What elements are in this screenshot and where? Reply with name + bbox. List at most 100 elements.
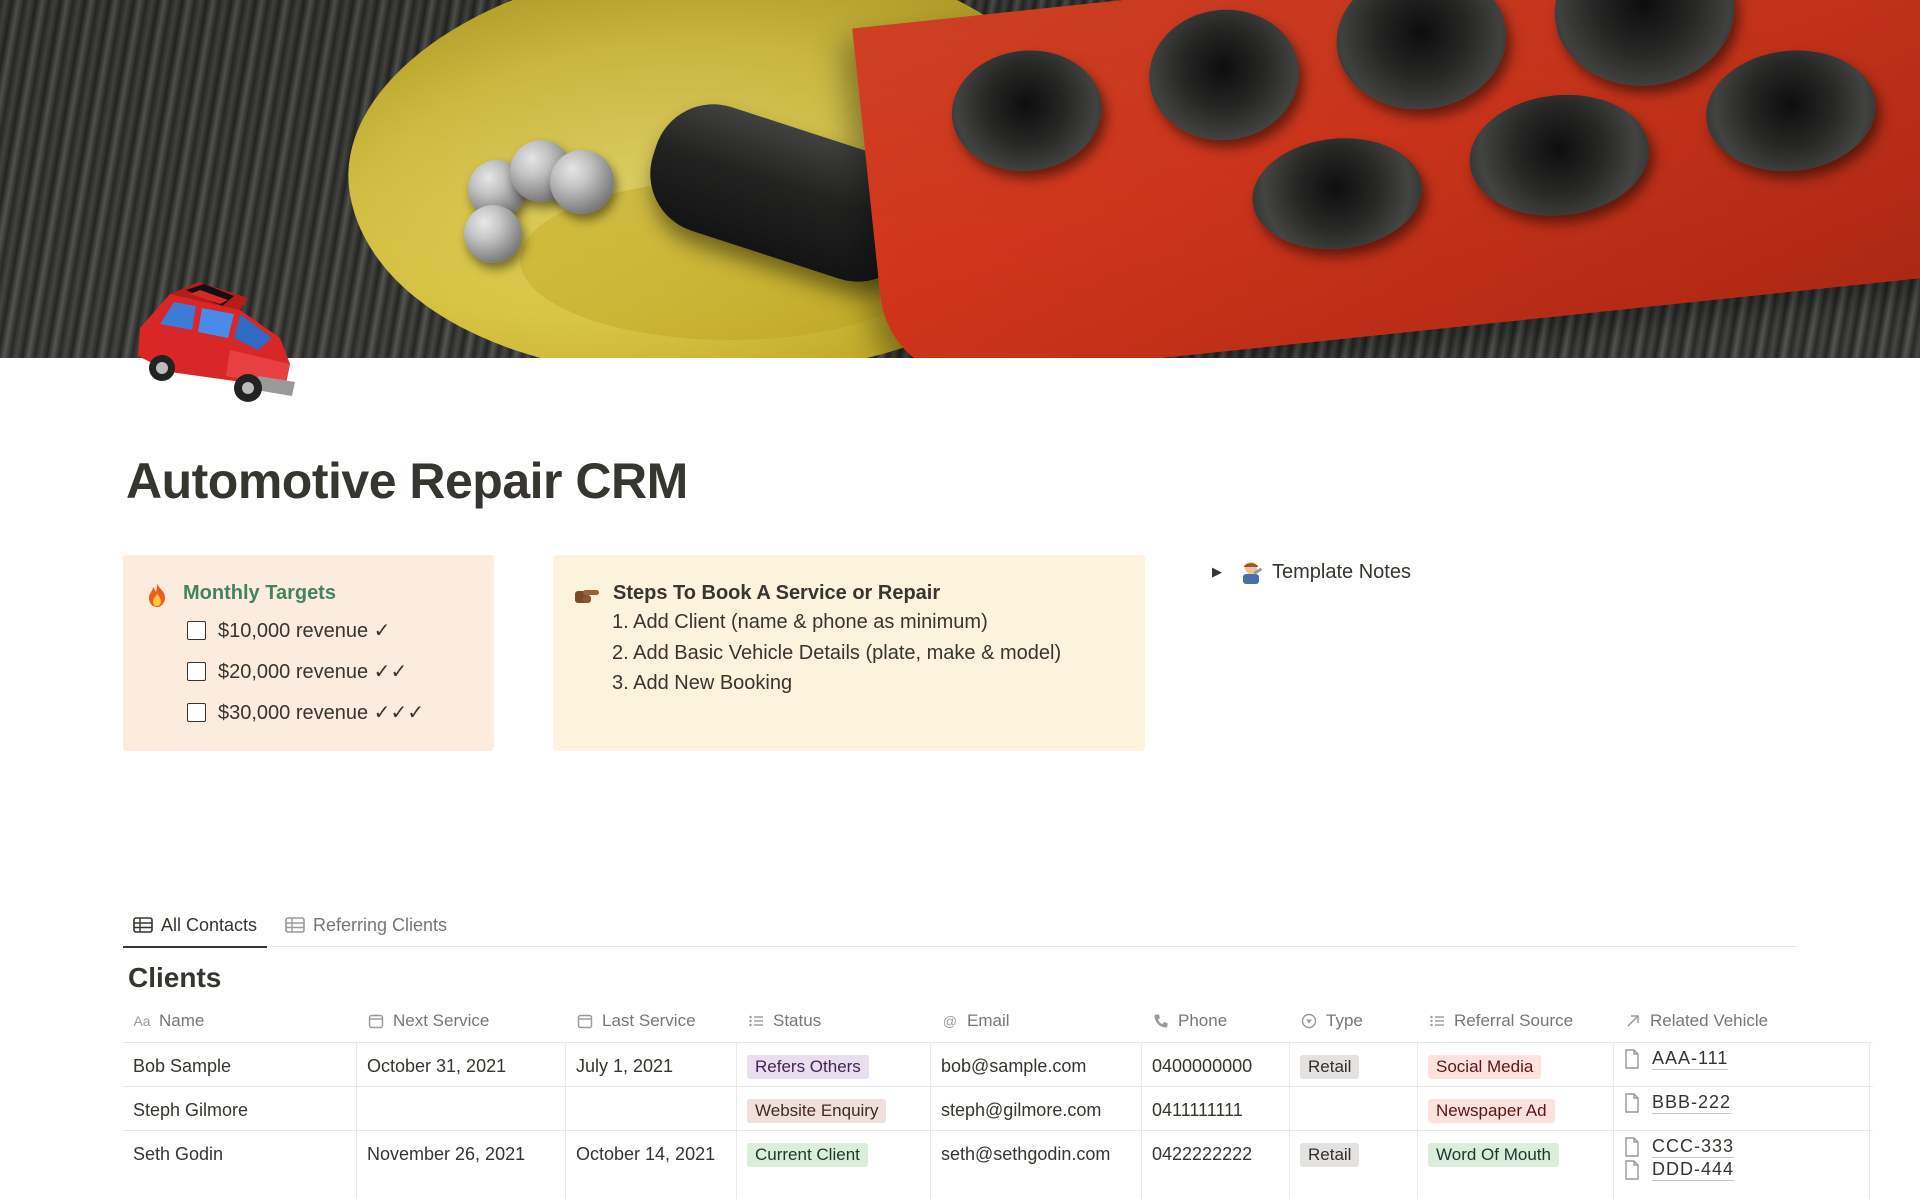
cell-email[interactable]: seth@sethgodin.com <box>931 1131 1142 1199</box>
table-icon <box>285 917 305 933</box>
table-row[interactable]: Steph Gilmore Website Enquiry steph@gilm… <box>123 1087 1873 1131</box>
fire-icon <box>149 583 165 607</box>
tab-all-contacts[interactable]: All Contacts <box>123 903 268 948</box>
cell-last-service[interactable] <box>566 1087 737 1130</box>
cell-next-service[interactable]: October 31, 2021 <box>357 1043 566 1086</box>
text-property-icon: Aa <box>133 1013 151 1029</box>
todo-checkbox[interactable] <box>187 621 206 640</box>
step-item: 2. Add Basic Vehicle Details (plate, mak… <box>612 642 1062 664</box>
column-label: Email <box>967 1011 1010 1030</box>
cell-status[interactable]: Website Enquiry <box>737 1087 931 1130</box>
column-header-email[interactable]: @ Email <box>931 999 1142 1043</box>
column-header-related-vehicle[interactable]: Related Vehicle <box>1614 999 1870 1043</box>
list-icon <box>749 1015 763 1027</box>
cell-phone[interactable]: 0422222222 <box>1142 1131 1290 1199</box>
status-tag: Refers Others <box>747 1055 869 1079</box>
page-icon <box>1625 1136 1639 1157</box>
column-header-type[interactable]: Type <box>1290 999 1418 1043</box>
column-header-name[interactable]: Aa Name <box>123 999 357 1043</box>
step-item: 3. Add New Booking <box>612 672 793 694</box>
phone-icon <box>1154 1014 1168 1028</box>
cell-name[interactable]: Steph Gilmore <box>123 1087 357 1130</box>
view-tabs: All Contacts Referring Clients <box>123 903 1797 948</box>
todo-item: $20,000 revenue ✓✓ <box>187 659 407 684</box>
step-item: 1. Add Client (name & phone as minimum) <box>612 611 988 633</box>
cell-related-vehicle[interactable]: BBB-222 <box>1614 1087 1870 1130</box>
page-title: Automotive Repair CRM <box>126 453 688 509</box>
related-vehicle-link[interactable]: BBB-222 <box>1624 1091 1859 1114</box>
page-icon <box>1625 1048 1639 1069</box>
todo-item: $10,000 revenue ✓ <box>187 618 390 643</box>
template-notes-label: Template Notes <box>1272 560 1411 583</box>
column-header-last-service[interactable]: Last Service <box>566 999 737 1043</box>
table-header: Aa Name Next Service Last Service Status… <box>123 999 1873 1043</box>
cell-status[interactable]: Refers Others <box>737 1043 931 1086</box>
column-label: Related Vehicle <box>1650 1011 1769 1030</box>
template-notes-toggle[interactable]: ▶ Template Notes <box>1212 559 1411 585</box>
related-vehicle-link[interactable]: DDD-444 <box>1624 1158 1859 1181</box>
cell-type[interactable]: Retail <box>1290 1043 1418 1086</box>
cell-type[interactable]: Retail <box>1290 1131 1418 1199</box>
column-header-status[interactable]: Status <box>737 999 931 1043</box>
red-car-icon[interactable] <box>130 276 300 416</box>
column-header-phone[interactable]: Phone <box>1142 999 1290 1043</box>
column-header-referral-source[interactable]: Referral Source <box>1418 999 1614 1043</box>
vehicle-plate: AAA-111 <box>1652 1048 1729 1070</box>
referral-tag: Word Of Mouth <box>1428 1143 1559 1167</box>
cell-referral-source[interactable]: Social Media <box>1418 1043 1614 1086</box>
monthly-targets-heading: Monthly Targets <box>183 582 336 604</box>
cell-referral-source[interactable]: Word Of Mouth <box>1418 1131 1614 1199</box>
todo-label: $20,000 revenue ✓✓ <box>218 661 408 683</box>
vehicle-plate: DDD-444 <box>1652 1159 1735 1181</box>
vehicle-plate: CCC-333 <box>1652 1136 1735 1158</box>
todo-checkbox[interactable] <box>187 703 206 722</box>
status-tag: Website Enquiry <box>747 1099 887 1123</box>
cell-phone[interactable]: 0411111111 <box>1142 1087 1290 1130</box>
type-tag: Retail <box>1300 1055 1360 1079</box>
cell-status[interactable]: Current Client <box>737 1131 931 1199</box>
cell-name[interactable]: Bob Sample <box>123 1043 357 1086</box>
cell-related-vehicle[interactable]: AAA-111 <box>1614 1043 1870 1086</box>
type-tag: Retail <box>1300 1143 1360 1167</box>
tab-label: Referring Clients <box>313 914 448 935</box>
toggle-triangle-icon[interactable]: ▶ <box>1212 564 1222 580</box>
monthly-targets-callout: Monthly Targets $10,000 revenue ✓ $20,00… <box>123 555 494 751</box>
referral-tag: Newspaper Ad <box>1428 1099 1555 1123</box>
page-icon <box>1625 1159 1639 1180</box>
mechanic-icon <box>1243 562 1262 584</box>
cell-last-service[interactable]: October 14, 2021 <box>566 1131 737 1199</box>
cell-referral-source[interactable]: Newspaper Ad <box>1418 1087 1614 1130</box>
related-vehicle-link[interactable]: CCC-333 <box>1624 1135 1859 1158</box>
calendar-icon <box>368 1014 384 1029</box>
tab-referring-clients[interactable]: Referring Clients <box>275 903 457 947</box>
page-icon <box>1625 1092 1639 1113</box>
todo-item: $30,000 revenue ✓✓✓ <box>187 700 424 725</box>
todo-label: $30,000 revenue ✓✓✓ <box>218 702 424 724</box>
database-title[interactable]: Clients <box>128 962 221 994</box>
column-header-next-service[interactable]: Next Service <box>357 999 566 1043</box>
arrow-up-right-icon <box>1627 1015 1639 1027</box>
cell-name[interactable]: Seth Godin <box>123 1131 357 1199</box>
column-label: Name <box>159 1011 205 1030</box>
cell-email[interactable]: bob@sample.com <box>931 1043 1142 1086</box>
todo-checkbox[interactable] <box>187 662 206 681</box>
cell-type[interactable] <box>1290 1087 1418 1130</box>
select-icon <box>1301 1013 1317 1029</box>
table-icon <box>133 917 153 933</box>
vehicle-plate: BBB-222 <box>1652 1092 1732 1114</box>
column-label: Type <box>1326 1011 1363 1030</box>
cell-next-service[interactable] <box>357 1087 566 1130</box>
table-row[interactable]: Bob Sample October 31, 2021 July 1, 2021… <box>123 1043 1873 1087</box>
table-row[interactable]: Seth Godin November 26, 2021 October 14,… <box>123 1131 1873 1199</box>
cell-phone[interactable]: 0400000000 <box>1142 1043 1290 1086</box>
related-vehicle-link[interactable]: AAA-111 <box>1624 1047 1859 1070</box>
pointing-hand-icon <box>575 590 599 603</box>
cell-next-service[interactable]: November 26, 2021 <box>357 1131 566 1199</box>
cell-last-service[interactable]: July 1, 2021 <box>566 1043 737 1086</box>
tab-label: All Contacts <box>161 914 258 935</box>
referral-tag: Social Media <box>1428 1055 1542 1079</box>
column-label: Referral Source <box>1454 1011 1574 1030</box>
cell-related-vehicle[interactable]: CCC-333 DDD-444 <box>1614 1131 1870 1199</box>
list-icon <box>1430 1015 1444 1027</box>
cell-email[interactable]: steph@gilmore.com <box>931 1087 1142 1130</box>
